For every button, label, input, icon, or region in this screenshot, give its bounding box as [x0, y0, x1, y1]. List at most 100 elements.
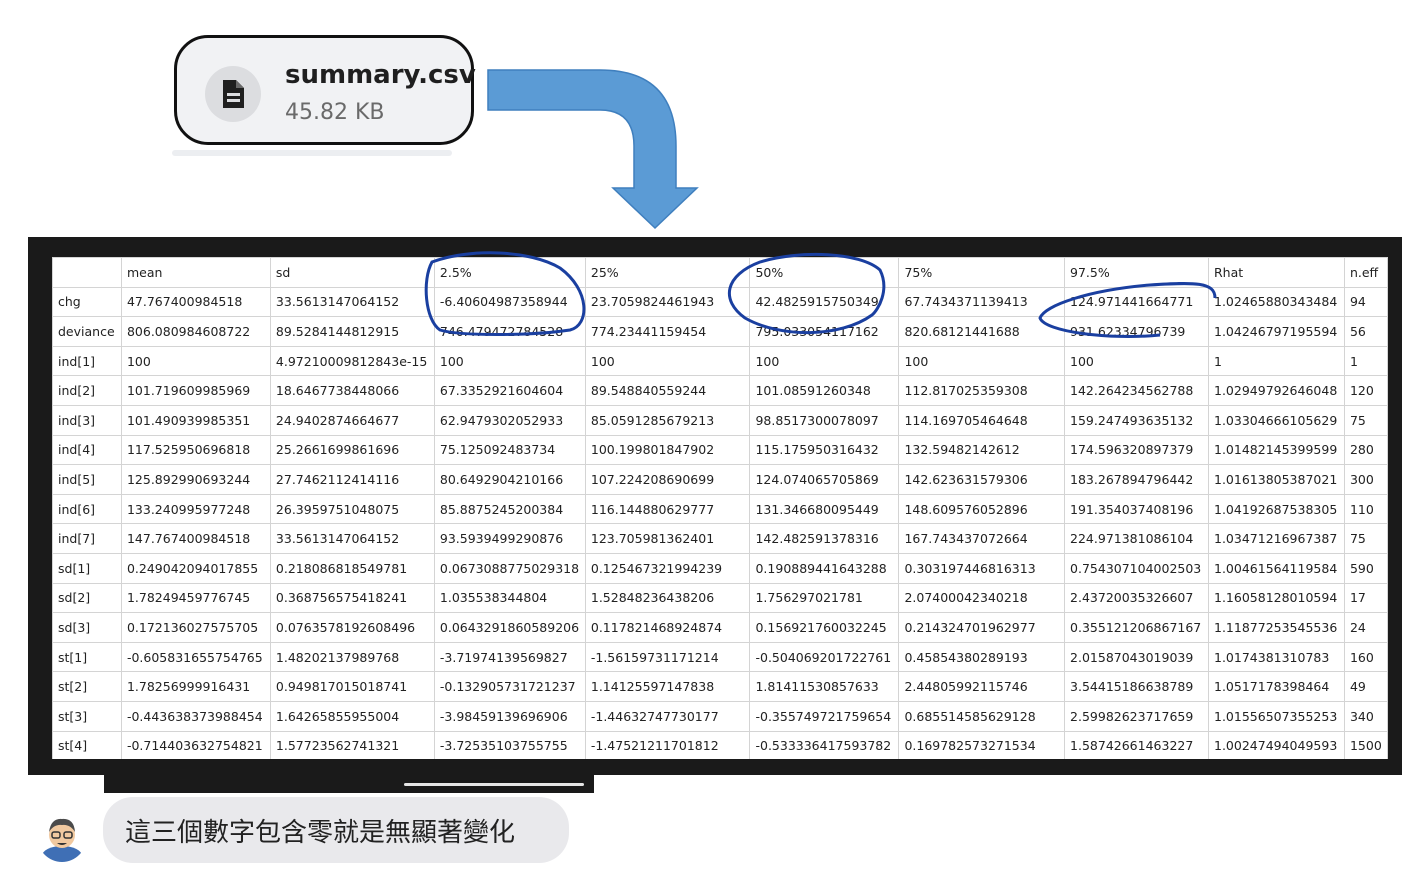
table-cell: 85.8875245200384 — [433, 493, 586, 525]
table-cell: 107.224208690699 — [584, 464, 751, 495]
table-cell: 26.3959751048075 — [269, 493, 435, 525]
table-cell: st[4] — [52, 730, 122, 759]
table-cell: 0.214324701962977 — [898, 612, 1066, 643]
table-cell: -1.44632747730177 — [584, 700, 751, 732]
table-cell: 24 — [1343, 612, 1388, 643]
table-cell: 0.0643291860589206 — [433, 612, 586, 643]
table-cell: 27.7462112414116 — [269, 464, 435, 495]
table-cell: 795.033054117162 — [749, 316, 900, 347]
avatar[interactable] — [37, 810, 87, 862]
table-cell: 33.5613147064152 — [269, 286, 435, 318]
table-cell: 1.78256999916431 — [120, 671, 271, 702]
table-header-cell — [52, 257, 122, 288]
table-cell: 2.01587043019039 — [1064, 641, 1209, 673]
table-row: st[2] 1.78256999916431 0.949817015018741 -0… — [52, 671, 1388, 702]
table-body: mean sd 2.5% 25% 50% 75% 97.5% Rhat n.eff chg 47.7… — [52, 257, 1388, 759]
table-cell: 300 — [1343, 464, 1388, 495]
table-cell: 142.623631579306 — [898, 464, 1066, 495]
table-cell: 2.43720035326607 — [1064, 582, 1209, 614]
table-header-cell: 50% — [749, 257, 900, 288]
table-cell: -3.98459139696906 — [433, 700, 586, 732]
table-cell: 1.48202137989768 — [269, 641, 435, 673]
table-cell: 120 — [1343, 375, 1388, 406]
table-cell: 2.59982623717659 — [1064, 700, 1209, 732]
table-cell: 100 — [584, 345, 751, 377]
table-cell: 1.02465880343484 — [1208, 286, 1345, 318]
table-cell: st[3] — [52, 700, 122, 732]
table-cell: -0.504069201722761 — [749, 641, 900, 673]
table-cell: ind[3] — [52, 404, 122, 436]
table-cell: 1.035538344804 — [433, 582, 586, 614]
table-cell: 124.074065705869 — [749, 464, 900, 495]
table-cell: 159.247493635132 — [1064, 404, 1209, 436]
table-cell: 123.705981362401 — [584, 523, 751, 554]
table-header-cell: Rhat — [1208, 257, 1345, 288]
table-cell: 0.172136027575705 — [120, 612, 271, 643]
table-cell: -3.71974139569827 — [433, 641, 586, 673]
table-cell: 0.949817015018741 — [269, 671, 435, 702]
table-cell: 183.267894796442 — [1064, 464, 1209, 495]
table-cell: 2.44805992115746 — [898, 671, 1066, 702]
table-cell: 17 — [1343, 582, 1388, 614]
table-cell: 0.190889441643288 — [749, 552, 900, 584]
table-screenshot-frame: mean sd 2.5% 25% 50% 75% 97.5% Rhat n.eff chg 47.7… — [28, 237, 1402, 775]
table-cell: 1 — [1343, 345, 1388, 377]
table-cell: 98.8517300078097 — [749, 404, 900, 436]
table-cell: 1.00247494049593 — [1208, 730, 1345, 759]
table-cell: 224.971381086104 — [1064, 523, 1209, 554]
table-cell: 116.144880629777 — [584, 493, 751, 525]
table-header-cell: 2.5% — [433, 257, 586, 288]
table-header-cell: 97.5% — [1064, 257, 1209, 288]
table-cell: 110 — [1343, 493, 1388, 525]
table-cell: 94 — [1343, 286, 1388, 318]
table-cell: 1.01613805387021 — [1208, 464, 1345, 495]
table-cell: 142.482591378316 — [749, 523, 900, 554]
table-cell: st[2] — [52, 671, 122, 702]
table-cell: -0.714403632754821 — [120, 730, 271, 759]
table-cell: deviance — [52, 316, 122, 347]
table-row: sd[2] 1.78249459776745 0.368756575418241 1.… — [52, 582, 1388, 614]
table-cell: 100 — [898, 345, 1066, 377]
table-header-cell: mean — [120, 257, 271, 288]
table-cell: 62.9479302052933 — [433, 404, 586, 436]
table-header-row: mean sd 2.5% 25% 50% 75% 97.5% Rhat n.eff — [52, 257, 1388, 288]
table-header-cell: 75% — [898, 257, 1066, 288]
table-cell: 0.156921760032245 — [749, 612, 900, 643]
table-cell: 1.81411530857633 — [749, 671, 900, 702]
table-row: st[3] -0.443638373988454 1.64265855955004-… — [52, 700, 1388, 732]
table-cell: 131.346680095449 — [749, 493, 900, 525]
table-cell: 24.9402874664677 — [269, 404, 435, 436]
table-cell: -0.533336417593782 — [749, 730, 900, 759]
table-cell: -0.443638373988454 — [120, 700, 271, 732]
table-cell: 820.68121441688 — [898, 316, 1066, 347]
table-cell: 0.368756575418241 — [269, 582, 435, 614]
table-cell: 0.125467321994239 — [584, 552, 751, 584]
table-cell: 18.6467738448066 — [269, 375, 435, 406]
table-row: sd[3] 0.172136027575705 0.0763578192608496… — [52, 612, 1388, 643]
table-cell: 340 — [1343, 700, 1388, 732]
table-cell: 33.5613147064152 — [269, 523, 435, 554]
table-cell: 1.01482145399599 — [1208, 434, 1345, 466]
table-row: chg 47.767400984518 33.5613147064152 -6.406… — [52, 286, 1388, 318]
table-cell: 115.175950316432 — [749, 434, 900, 466]
table-cell: chg — [52, 286, 122, 318]
table-cell: ind[2] — [52, 375, 122, 406]
table-cell: -6.40604987358944 — [433, 286, 586, 318]
table-cell: 0.355121206867167 — [1064, 612, 1209, 643]
table-row: sd[1] 0.249042094017855 0.218086818549781 0… — [52, 552, 1388, 584]
table-cell: 101.08591260348 — [749, 375, 900, 406]
table-cell: 1.11877253545536 — [1208, 612, 1345, 643]
table-cell: 280 — [1343, 434, 1388, 466]
table-cell: 1.04192687538305 — [1208, 493, 1345, 525]
table-cell: 0.45854380289193 — [898, 641, 1066, 673]
table-cell: 1.03304666105629 — [1208, 404, 1345, 436]
table-cell: 0.0673088775029318 — [433, 552, 586, 584]
table-cell: ind[7] — [52, 523, 122, 554]
table-cell: 0.169782573271534 — [898, 730, 1066, 759]
table-row: ind[6] 133.240995977248 26.3959751048075 85… — [52, 493, 1388, 525]
table-cell: -1.47521211701812 — [584, 730, 751, 759]
table-cell: 80.6492904210166 — [433, 464, 586, 495]
table-cell: -1.56159731171214 — [584, 641, 751, 673]
table-cell: 1.64265855955004 — [269, 700, 435, 732]
table-header-cell: sd — [269, 257, 435, 288]
